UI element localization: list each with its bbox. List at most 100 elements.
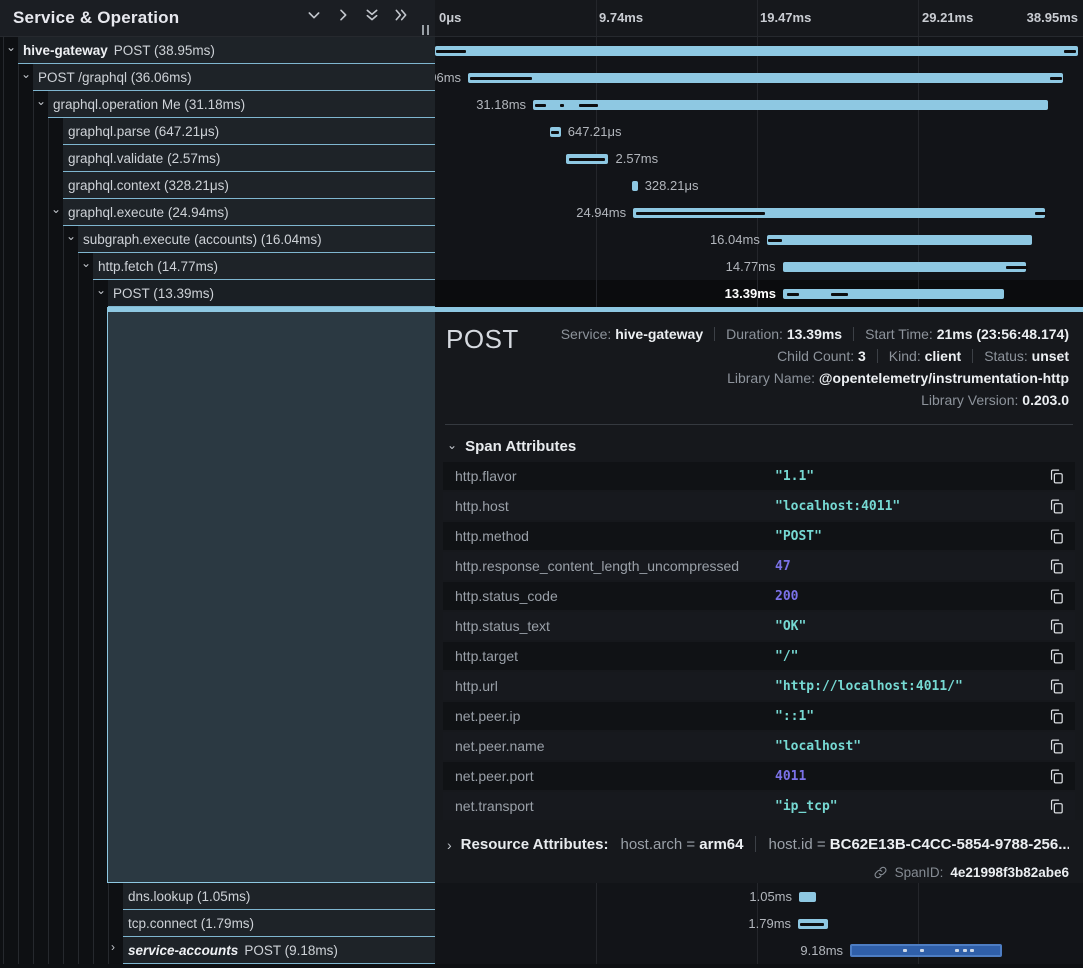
timeline-cell[interactable]: 1.05ms [435,883,1083,910]
span-name-cell[interactable]: graphql.operation Me (31.18ms) [48,91,435,118]
span-row: ⌄POST (13.39ms)13.39ms [0,280,1083,307]
timeline-cell[interactable]: 1.79ms [435,910,1083,937]
attribute-row: net.transport"ip_tcp" [443,792,1075,820]
timeline-cell[interactable]: 38.95ms [435,37,1083,64]
copy-icon[interactable] [1048,738,1065,755]
copy-icon[interactable] [1048,798,1065,815]
field-divider [714,327,715,341]
span-name-cell[interactable]: http.fetch (14.77ms) [93,253,435,280]
attribute-value: "::1" [775,709,814,724]
timeline-ruler: 0μs9.74ms19.47ms29.21ms38.95ms [435,0,1083,37]
copy-icon[interactable] [1048,588,1065,605]
span-bar[interactable] [798,919,828,929]
collapse-all-double-chevron-down-icon[interactable] [364,7,380,23]
attribute-key: http.method [455,528,529,544]
span-name-cell[interactable]: graphql.parse (647.21μs) [63,118,435,145]
copy-icon[interactable] [1048,678,1065,695]
child-span-mark [560,104,564,107]
span-id-label: SpanID: [895,865,944,880]
copy-icon[interactable] [1048,558,1065,575]
span-name-cell[interactable]: graphql.validate (2.57ms) [63,145,435,172]
attribute-row: http.status_code200 [443,582,1075,610]
copy-icon[interactable] [1048,528,1065,545]
service-name: service-accounts [128,943,238,958]
attribute-value: 47 [775,559,791,574]
span-duration-label: 1.05ms [749,889,792,904]
timeline-cell[interactable]: 328.21μs [435,172,1083,199]
child-span-dot [920,949,924,952]
span-bar[interactable] [468,73,1063,83]
span-duration-label: 2.57ms [616,151,659,166]
span-id-row: SpanID: 4e21998f3b82abe6 [873,865,1069,880]
operation-label: http.fetch (14.77ms) [98,259,218,274]
span-bar[interactable] [850,944,1002,957]
column-resize-handle[interactable] [422,25,429,35]
span-name-cell[interactable]: service-accounts POST (9.18ms) [123,937,435,964]
copy-icon[interactable] [1048,468,1065,485]
child-span-mark [579,104,599,107]
field-label: Library Name: [727,370,819,386]
copy-icon[interactable] [1048,648,1065,665]
indent-guides: ⌄ [0,226,78,253]
timeline-cell[interactable]: 9.18ms [435,937,1083,964]
field-label: Library Version: [921,392,1022,408]
attribute-key: http.flavor [455,468,516,484]
copy-icon[interactable] [1048,498,1065,515]
span-bar[interactable] [783,262,1027,272]
timeline-cell[interactable]: 647.21μs [435,118,1083,145]
span-row: graphql.validate (2.57ms) 2.57ms [0,145,1083,172]
timeline-cell[interactable]: 24.94ms [435,199,1083,226]
attribute-row: http.response_content_length_uncompresse… [443,552,1075,580]
child-span-mark [831,293,848,296]
collapse-one-chevron-down-icon[interactable] [306,7,322,23]
timeline-cell[interactable]: 16.04ms [435,226,1083,253]
span-bar[interactable] [550,127,561,137]
span-bar[interactable] [435,46,1078,56]
timeline-cell[interactable]: 13.39ms [435,280,1083,307]
copy-icon[interactable] [1048,708,1065,725]
field-label: Kind: [889,348,925,364]
span-bar[interactable] [533,100,1048,110]
indent-guides [0,145,63,172]
span-attributes-header[interactable]: ⌄ Span Attributes [447,438,576,455]
overview-line: Library Version: 0.203.0 [561,389,1069,411]
span-name-cell[interactable]: subgraph.execute (accounts) (16.04ms) [78,226,435,253]
field-value: unset [1032,348,1069,364]
child-span-mark [1064,50,1076,53]
trace-viewer: Service & Operation 0μs9.74ms19.47ms29.2… [0,0,1083,968]
span-bar[interactable] [767,235,1032,245]
timeline-cell[interactable]: 36.06ms [435,64,1083,91]
timeline-cell[interactable]: 31.18ms [435,91,1083,118]
span-bar[interactable] [783,289,1004,299]
span-rows-top: ⌄hive-gatewayPOST (38.95ms)38.95ms⌄POST … [0,37,1083,307]
copy-icon[interactable] [1048,618,1065,635]
span-name-cell[interactable]: POST /graphql (36.06ms) [33,64,435,91]
attribute-row: http.flavor"1.1" [443,462,1075,490]
resource-attributes-row[interactable]: › Resource Attributes: host.arch = arm64… [447,836,1069,853]
copy-icon[interactable] [1048,768,1065,785]
indent-guides [0,910,123,937]
span-bar[interactable] [633,208,1045,218]
span-duration-label: 16.04ms [710,232,760,247]
span-name-cell[interactable]: graphql.execute (24.94ms) [63,199,435,226]
span-name-cell[interactable]: POST (13.39ms) [108,280,435,307]
operation-label: POST (9.18ms) [244,943,338,958]
attribute-row: http.host"localhost:4011" [443,492,1075,520]
indent-guides: ⌄ [0,253,93,280]
span-bar[interactable] [566,154,608,164]
attribute-value: 4011 [775,769,806,784]
span-bar[interactable] [632,181,637,191]
span-detail-left-rect [107,307,435,883]
timeline-cell[interactable]: 2.57ms [435,145,1083,172]
span-bar[interactable] [799,892,816,902]
span-name-cell[interactable]: hive-gatewayPOST (38.95ms) [18,37,435,64]
expand-one-chevron-right-icon[interactable] [335,7,351,23]
span-name-cell[interactable]: graphql.context (328.21μs) [63,172,435,199]
expand-all-double-chevron-right-icon[interactable] [393,7,409,23]
child-span-dot [970,949,974,952]
span-duration-label: 14.77ms [726,259,776,274]
field-divider [755,836,756,852]
timeline-cell[interactable]: 14.77ms [435,253,1083,280]
span-name-cell[interactable]: dns.lookup (1.05ms) [123,883,435,910]
span-name-cell[interactable]: tcp.connect (1.79ms) [123,910,435,937]
